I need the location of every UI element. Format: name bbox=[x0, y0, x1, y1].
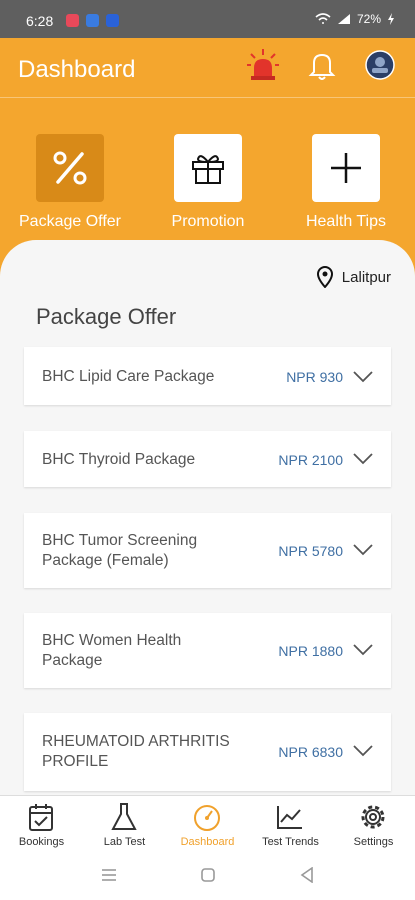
status-bar: 6:28 72% bbox=[0, 0, 415, 38]
package-offer-label: Package Offer bbox=[19, 213, 121, 230]
calendar-check-icon bbox=[29, 804, 53, 831]
speedometer-icon bbox=[194, 805, 220, 831]
nav-bookings[interactable]: Bookings bbox=[0, 796, 83, 856]
package-card[interactable]: BHC Women Health Package NPR 1880 bbox=[24, 613, 391, 688]
chevron-down-icon[interactable] bbox=[353, 544, 373, 556]
header-divider bbox=[0, 97, 415, 98]
package-card[interactable]: BHC Lipid Care Package NPR 930 bbox=[24, 347, 391, 405]
system-navigation-bar bbox=[0, 855, 415, 900]
nav-test-trends-label: Test Trends bbox=[262, 836, 319, 848]
location-selector[interactable]: Lalitpur bbox=[316, 266, 391, 288]
package-name: RHEUMATOID ARTHRITIS PROFILE bbox=[42, 733, 230, 770]
emergency-siren-icon[interactable] bbox=[246, 48, 280, 82]
bottom-navigation: Bookings Lab Test Dashboard Test Trends … bbox=[0, 795, 415, 855]
package-offer-tile[interactable] bbox=[36, 134, 104, 202]
location-label: Lalitpur bbox=[341, 268, 391, 286]
notification-app-icon bbox=[66, 14, 79, 27]
nav-lab-test-label: Lab Test bbox=[103, 836, 146, 848]
health-tips-label: Health Tips bbox=[305, 213, 387, 230]
signal-icon bbox=[337, 14, 350, 24]
chevron-down-icon[interactable] bbox=[353, 745, 373, 757]
charging-icon bbox=[388, 13, 394, 25]
promotion-tile[interactable] bbox=[174, 134, 242, 202]
page-title: Dashboard bbox=[18, 56, 136, 83]
back-icon[interactable] bbox=[300, 867, 314, 883]
user-avatar[interactable] bbox=[363, 48, 397, 82]
status-indicators: 72% bbox=[315, 12, 395, 26]
nav-lab-test[interactable]: Lab Test bbox=[83, 796, 166, 856]
nav-settings-label: Settings bbox=[353, 836, 394, 848]
package-card[interactable]: RHEUMATOID ARTHRITIS PROFILE NPR 6830 bbox=[24, 713, 391, 791]
recent-apps-icon[interactable] bbox=[101, 868, 117, 882]
percent-icon bbox=[53, 151, 87, 185]
nav-test-trends[interactable]: Test Trends bbox=[249, 796, 332, 856]
package-price: NPR 5780 bbox=[278, 543, 343, 559]
package-price: NPR 930 bbox=[286, 369, 343, 385]
nav-dashboard-label: Dashboard bbox=[180, 836, 235, 848]
wifi-icon bbox=[315, 13, 331, 24]
status-time: 6:28 bbox=[26, 13, 54, 29]
nav-settings[interactable]: Settings bbox=[332, 796, 415, 856]
notification-messenger-icon bbox=[106, 14, 119, 27]
notification-bell-icon[interactable] bbox=[305, 48, 339, 82]
nav-dashboard[interactable]: Dashboard bbox=[166, 796, 249, 856]
package-card[interactable]: BHC Thyroid Package NPR 2100 bbox=[24, 431, 391, 487]
package-card[interactable]: BHC Tumor Screening Package (Female) NPR… bbox=[24, 513, 391, 588]
nav-bookings-label: Bookings bbox=[18, 836, 65, 848]
trend-chart-icon bbox=[277, 806, 302, 829]
plus-icon bbox=[331, 153, 361, 183]
package-name: BHC Tumor Screening Package (Female) bbox=[42, 532, 198, 569]
notification-cloud-icon bbox=[86, 14, 99, 27]
package-price: NPR 1880 bbox=[278, 643, 343, 659]
chevron-down-icon[interactable] bbox=[353, 453, 373, 465]
battery-level: 72% bbox=[356, 12, 381, 26]
package-name: BHC Lipid Care Package bbox=[42, 368, 215, 385]
package-name: BHC Women Health Package bbox=[42, 632, 182, 669]
home-icon[interactable] bbox=[201, 868, 215, 882]
flask-icon bbox=[111, 803, 137, 830]
package-price: NPR 6830 bbox=[278, 744, 343, 760]
section-title: Package Offer bbox=[36, 304, 177, 329]
package-name: BHC Thyroid Package bbox=[42, 451, 196, 468]
chevron-down-icon[interactable] bbox=[353, 371, 373, 383]
location-pin-icon bbox=[316, 266, 333, 288]
chevron-down-icon[interactable] bbox=[353, 644, 373, 656]
package-price: NPR 2100 bbox=[278, 452, 343, 468]
gift-icon bbox=[192, 155, 224, 184]
promotion-label: Promotion bbox=[171, 213, 245, 230]
gear-icon bbox=[361, 805, 385, 829]
health-tips-tile[interactable] bbox=[312, 134, 380, 202]
